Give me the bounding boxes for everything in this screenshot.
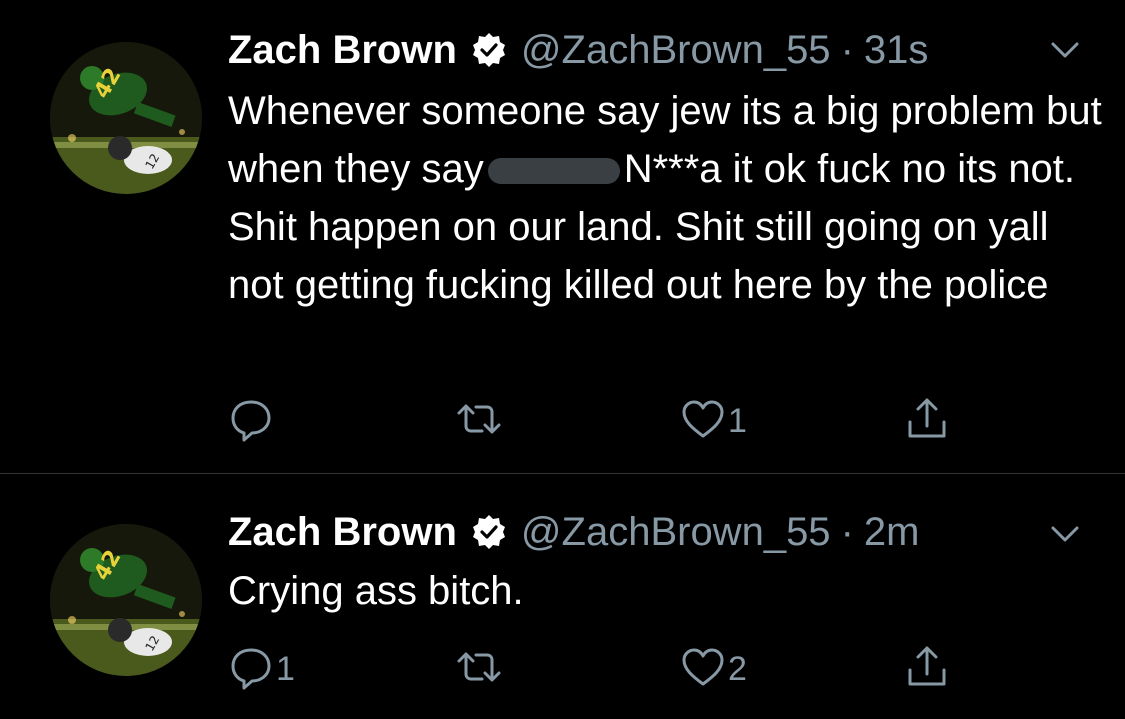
separator-dot: · xyxy=(840,27,854,72)
avatar[interactable] xyxy=(50,524,202,676)
share-icon xyxy=(904,644,950,695)
heart-icon xyxy=(680,644,726,695)
tweet-header: Zach Brown @ZachBrown_55 · 2m xyxy=(228,502,919,562)
retweet-icon xyxy=(456,396,502,447)
redaction-blob xyxy=(487,158,620,185)
reply-button[interactable]: 1 xyxy=(228,644,295,694)
verified-badge-icon xyxy=(471,514,507,550)
like-count: 2 xyxy=(728,649,747,688)
separator-dot: · xyxy=(840,509,854,554)
retweet-icon xyxy=(456,644,502,695)
share-button[interactable] xyxy=(904,396,950,446)
share-icon xyxy=(904,396,950,447)
reply-icon xyxy=(228,396,274,447)
chevron-down-icon[interactable] xyxy=(1045,514,1085,554)
like-count: 1 xyxy=(728,401,747,440)
timestamp[interactable]: 31s xyxy=(864,28,929,73)
verified-badge-icon xyxy=(471,32,507,68)
user-handle[interactable]: @ZachBrown_55 xyxy=(521,28,831,73)
tweet-actions: 1 xyxy=(228,396,988,446)
share-button[interactable] xyxy=(904,644,950,694)
tweet-actions: 1 2 xyxy=(228,644,988,694)
timestamp[interactable]: 2m xyxy=(864,510,920,555)
reply-icon xyxy=(228,644,274,695)
tweet[interactable]: Zach Brown @ZachBrown_55 · 2m Crying ass… xyxy=(0,474,1125,719)
like-button[interactable]: 2 xyxy=(680,644,747,694)
retweet-button[interactable] xyxy=(456,396,504,446)
tweet-text: Whenever someone say jew its a big probl… xyxy=(228,82,1108,314)
tweet-header: Zach Brown @ZachBrown_55 · 31s xyxy=(228,20,928,80)
tweet-text: Crying ass bitch. xyxy=(228,569,524,613)
user-handle[interactable]: @ZachBrown_55 xyxy=(521,510,831,555)
reply-button[interactable] xyxy=(228,396,276,446)
tweet[interactable]: Zach Brown @ZachBrown_55 · 31s Whenever … xyxy=(0,0,1125,473)
reply-count: 1 xyxy=(276,649,295,688)
display-name[interactable]: Zach Brown xyxy=(228,510,457,555)
avatar[interactable] xyxy=(50,42,202,194)
chevron-down-icon[interactable] xyxy=(1045,30,1085,70)
like-button[interactable]: 1 xyxy=(680,396,747,446)
retweet-button[interactable] xyxy=(456,644,504,694)
display-name[interactable]: Zach Brown xyxy=(228,28,457,73)
heart-icon xyxy=(680,396,726,447)
